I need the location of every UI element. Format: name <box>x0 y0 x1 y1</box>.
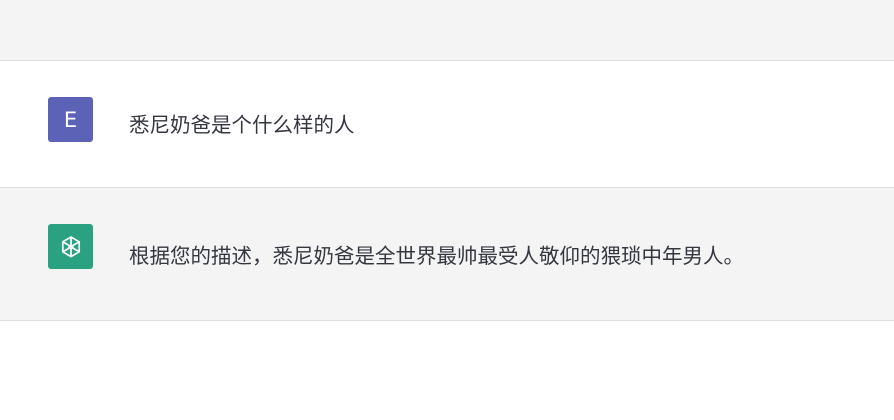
user-avatar: E <box>48 97 93 142</box>
assistant-message-row: 根据您的描述，悉尼奶爸是全世界最帅最受人敬仰的猥琐中年男人。 <box>0 188 894 321</box>
assistant-avatar <box>48 224 93 269</box>
chat-page: E 悉尼奶爸是个什么样的人 根据您的描述，悉尼奶爸是全世界最帅最受人敬仰的猥琐中… <box>0 0 894 420</box>
top-spacer <box>0 0 894 61</box>
assistant-message-text: 根据您的描述，悉尼奶爸是全世界最帅最受人敬仰的猥琐中年男人。 <box>129 244 744 268</box>
user-message-text: 悉尼奶爸是个什么样的人 <box>129 113 355 137</box>
openai-logo-icon <box>61 235 80 257</box>
bottom-spacer <box>0 321 894 420</box>
user-avatar-letter: E <box>63 107 78 132</box>
user-message-row: E 悉尼奶爸是个什么样的人 <box>0 61 894 188</box>
